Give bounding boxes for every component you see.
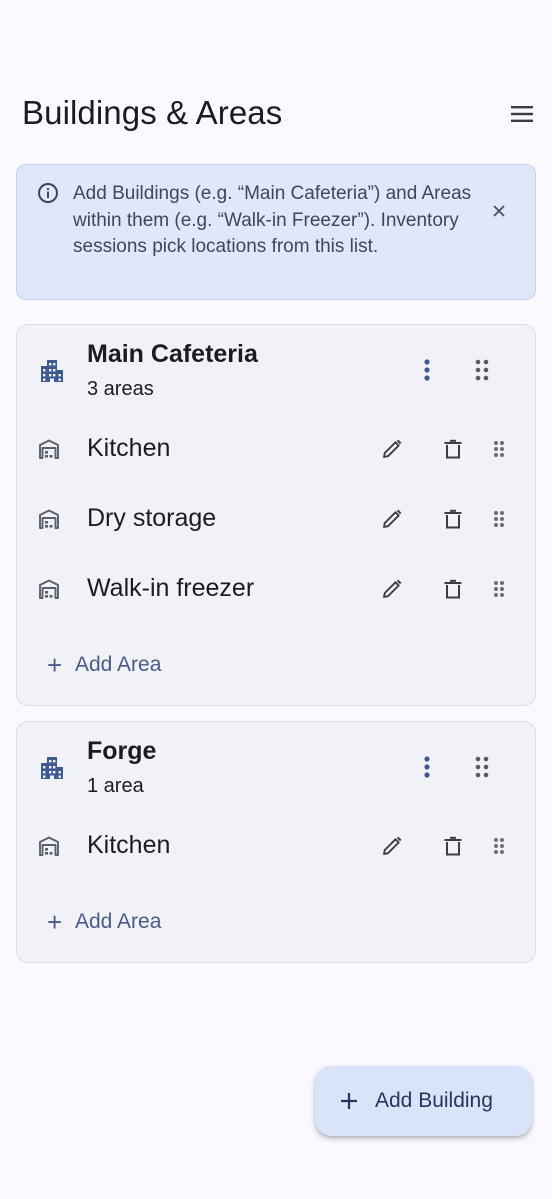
area-row: Kitchen [17,817,537,877]
area-row: Dry storage [17,490,537,550]
info-banner: Add Buildings (e.g. “Main Cafeteria”) an… [16,164,536,300]
add-area-label: Add Area [75,910,162,933]
plus-icon: + [47,907,63,937]
edit-area-button[interactable] [379,436,405,462]
building-drag-handle[interactable] [469,354,495,386]
area-drag-handle[interactable] [489,436,509,462]
area-name: Kitchen [87,434,171,462]
add-building-button[interactable]: Add Building [315,1066,532,1136]
area-name: Walk-in freezer [87,574,255,602]
edit-area-button[interactable] [379,576,405,602]
add-building-label: Add Building [375,1089,493,1112]
building-card: Main Cafeteria 3 areas Kitchen Dry stora… [16,324,536,706]
area-row: Walk-in freezer [17,560,537,620]
building-icon [41,757,63,779]
app-bar: Buildings & Areas [0,84,552,144]
area-drag-handle[interactable] [489,576,509,602]
building-more-button[interactable] [415,354,439,386]
pencil-icon [383,509,402,528]
delete-area-button[interactable] [440,833,466,859]
drag-handle-icon [475,359,489,381]
building-card: Forge 1 area Kitchen + Add Area [16,721,536,963]
building-icon [41,360,63,382]
building-name: Main Cafeteria [87,340,258,368]
more-vert-icon [424,359,430,381]
warehouse-icon [39,836,59,856]
pencil-icon [383,579,402,598]
building-drag-handle[interactable] [469,751,495,783]
drag-handle-icon [494,581,504,597]
banner-text: Add Buildings (e.g. “Main Cafeteria”) an… [73,183,472,257]
pencil-icon [383,836,402,855]
building-more-button[interactable] [415,751,439,783]
delete-area-button[interactable] [440,436,466,462]
building-area-count: 1 area [87,775,144,797]
pencil-icon [383,439,402,458]
hamburger-icon [511,106,533,122]
area-drag-handle[interactable] [489,833,509,859]
menu-button[interactable] [504,98,540,130]
area-row: Kitchen [17,420,537,480]
add-area-button[interactable]: + Add Area [47,902,161,942]
warehouse-icon [39,579,59,599]
area-name: Kitchen [87,831,171,859]
add-area-label: Add Area [75,653,162,676]
close-icon [493,205,505,217]
page-title: Buildings & Areas [22,94,283,131]
trash-icon [444,439,462,459]
area-drag-handle[interactable] [489,506,509,532]
more-vert-icon [424,756,430,778]
delete-area-button[interactable] [440,576,466,602]
drag-handle-icon [494,838,504,854]
plus-icon: + [47,650,63,680]
area-name: Dry storage [87,504,217,532]
trash-icon [444,579,462,599]
plus-icon [339,1089,375,1113]
drag-handle-icon [475,756,489,778]
delete-area-button[interactable] [440,506,466,532]
trash-icon [444,509,462,529]
building-area-count: 3 areas [87,378,154,400]
edit-area-button[interactable] [379,833,405,859]
edit-area-button[interactable] [379,506,405,532]
building-name: Forge [87,737,157,765]
drag-handle-icon [494,441,504,457]
info-icon [38,183,58,203]
banner-close-button[interactable] [487,199,511,223]
add-area-button[interactable]: + Add Area [47,645,161,685]
drag-handle-icon [494,511,504,527]
warehouse-icon [39,509,59,529]
warehouse-icon [39,439,59,459]
trash-icon [444,836,462,856]
